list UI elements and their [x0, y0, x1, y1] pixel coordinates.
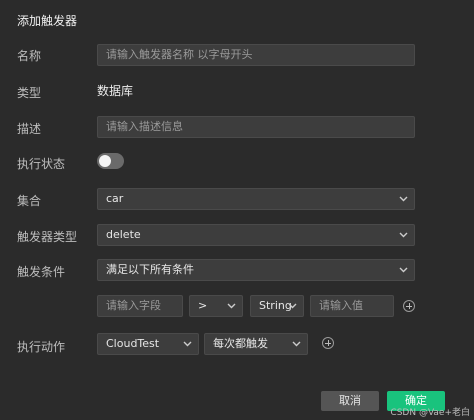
trigger-type-value: delete [106, 228, 141, 241]
chevron-down-icon [398, 225, 408, 245]
action-frequency-value: 每次都触发 [213, 337, 268, 350]
status-label: 执行状态 [17, 157, 66, 171]
action-function-select[interactable]: CloudTest [97, 333, 199, 355]
condition-value-input[interactable]: 请输入值 [310, 295, 394, 317]
condition-field-input[interactable]: 请输入字段 [97, 295, 183, 317]
description-label: 描述 [17, 122, 42, 136]
operator-value: > [198, 299, 208, 312]
conditions-label: 触发条件 [17, 265, 66, 279]
description-placeholder: 请输入描述信息 [106, 120, 183, 133]
chevron-down-icon [287, 296, 297, 316]
collection-label: 集合 [17, 194, 42, 208]
toggle-knob [99, 155, 111, 167]
condition-mode-select[interactable]: 满足以下所有条件 [97, 259, 415, 281]
add-condition-icon[interactable] [403, 300, 415, 312]
operator-select[interactable]: > [189, 295, 243, 317]
value-type-select[interactable]: String [250, 295, 304, 317]
trigger-type-label: 触发器类型 [17, 230, 78, 244]
description-input[interactable]: 请输入描述信息 [97, 116, 415, 138]
condition-field-placeholder: 请输入字段 [106, 299, 161, 312]
condition-value-placeholder: 请输入值 [319, 299, 363, 312]
dialog-title: 添加触发器 [17, 14, 78, 28]
type-label: 类型 [17, 86, 42, 100]
name-input[interactable]: 请输入触发器名称 以字母开头 [97, 44, 415, 66]
type-value: 数据库 [97, 84, 134, 98]
cancel-button[interactable]: 取消 [321, 391, 379, 411]
action-frequency-select[interactable]: 每次都触发 [204, 333, 308, 355]
chevron-down-icon [398, 189, 408, 209]
watermark: CSDN @Vae+老白 [390, 408, 470, 418]
chevron-down-icon [398, 260, 408, 280]
chevron-down-icon [226, 296, 236, 316]
add-action-icon[interactable] [322, 337, 334, 349]
add-trigger-dialog: 添加触发器 名称 请输入触发器名称 以字母开头 类型 数据库 描述 请输入描述信… [0, 0, 474, 420]
name-placeholder: 请输入触发器名称 以字母开头 [106, 48, 253, 61]
action-label: 执行动作 [17, 340, 66, 354]
action-function-value: CloudTest [106, 337, 160, 350]
condition-mode-value: 满足以下所有条件 [106, 263, 194, 276]
trigger-type-select[interactable]: delete [97, 224, 415, 246]
name-label: 名称 [17, 49, 42, 63]
collection-value: car [106, 192, 124, 205]
collection-select[interactable]: car [97, 188, 415, 210]
chevron-down-icon [182, 334, 192, 354]
status-toggle[interactable] [97, 153, 124, 169]
chevron-down-icon [291, 334, 301, 354]
